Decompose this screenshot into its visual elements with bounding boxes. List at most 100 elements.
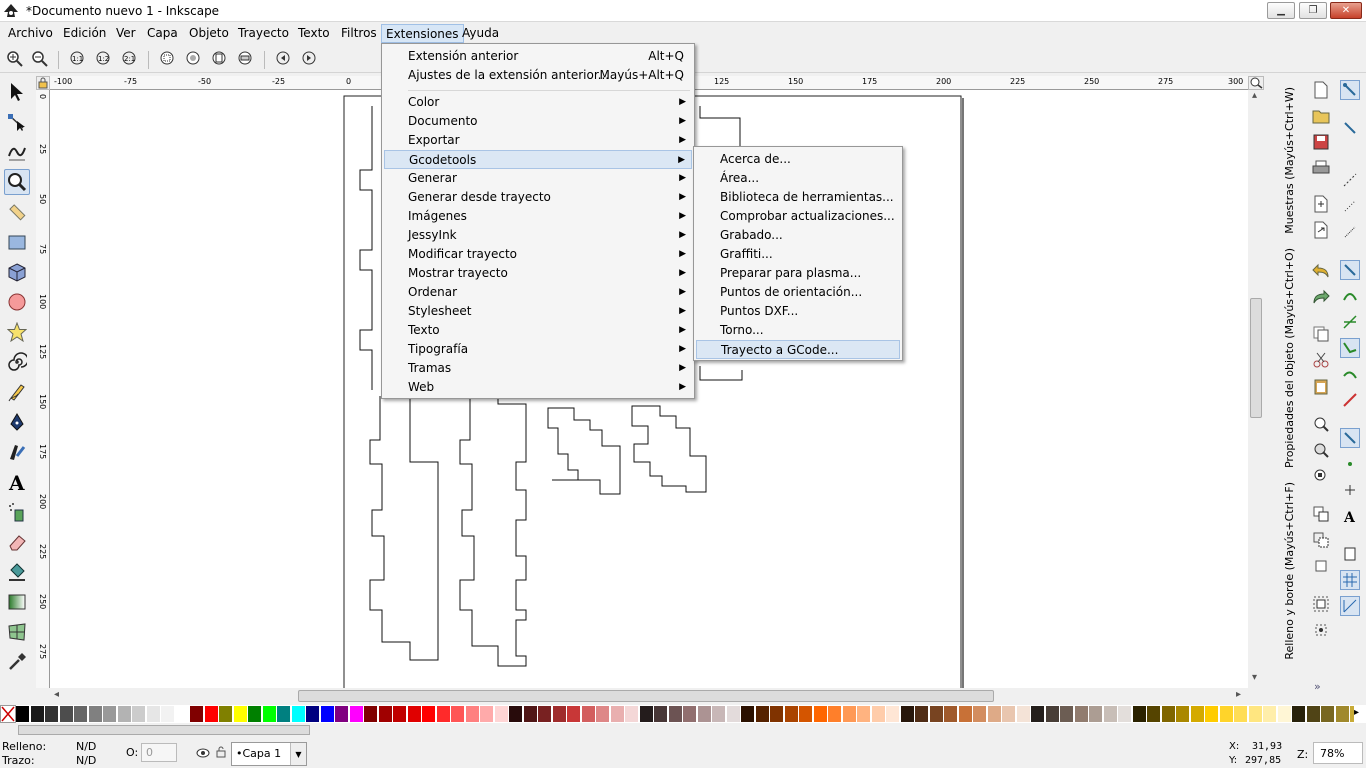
submenu-stylesheet[interactable]: Stylesheet ▶ [384,302,692,321]
menu-filtros[interactable]: Filtros [337,24,381,43]
node-tool[interactable] [4,109,30,135]
color-swatch[interactable] [741,706,755,722]
tab-propiedades-objeto[interactable]: Propiedades del objeto (Mayús+Ctrl+O) [1280,244,1298,472]
submenu-documento[interactable]: Documento ▶ [384,112,692,131]
color-swatch[interactable] [1219,706,1234,722]
gradient-tool[interactable] [4,589,30,615]
zoom-1-2-button[interactable]: 1:2 [94,49,114,69]
color-swatch[interactable] [770,706,784,722]
layer-visibility-toggle[interactable] [196,747,210,762]
tab-relleno-borde[interactable]: Relleno y borde (Mayús+Ctrl+F) [1280,476,1298,666]
color-swatch[interactable] [451,706,465,722]
color-swatch[interactable] [59,706,74,722]
color-swatch[interactable] [306,706,320,722]
ellipse-tool[interactable] [4,289,30,315]
color-swatch[interactable] [88,706,103,722]
measure-tool[interactable] [4,199,30,225]
snap-others-button[interactable] [1340,428,1360,448]
color-swatch[interactable] [987,706,1002,722]
submenu-generar-desde-trayecto[interactable]: Generar desde trayecto ▶ [384,188,692,207]
color-swatch[interactable] [538,706,552,722]
menu-edicion[interactable]: Edición [59,24,110,43]
color-swatch[interactable] [393,706,407,722]
menu-item-trayecto-a-gcode[interactable]: Trayecto a GCode... [696,340,900,359]
snap-page-border-button[interactable] [1340,544,1360,564]
color-swatch[interactable] [422,706,436,722]
color-swatch[interactable] [277,706,291,722]
color-swatch[interactable] [915,706,929,722]
minimize-button[interactable]: ▁ [1267,2,1295,19]
color-swatch[interactable] [1306,706,1321,722]
snap-cusp-nodes-button[interactable] [1340,338,1360,358]
color-swatch[interactable] [378,706,393,722]
horizontal-scroll-thumb[interactable] [298,690,994,702]
color-swatch[interactable] [755,706,770,722]
color-swatch[interactable] [1002,706,1016,722]
rectangle-tool[interactable] [4,229,30,255]
snap-smooth-nodes-button[interactable] [1340,364,1360,384]
snap-intersections-button[interactable] [1340,312,1360,332]
scroll-left-arrow-icon[interactable]: ◂ [54,689,59,700]
color-swatch[interactable] [1016,706,1031,722]
selector-tool[interactable] [4,79,30,105]
submenu-modificar-trayecto[interactable]: Modificar trayecto ▶ [384,245,692,264]
color-swatch[interactable] [712,706,726,722]
color-swatch[interactable] [1277,706,1292,722]
color-swatch[interactable] [1190,706,1205,722]
color-swatch[interactable] [190,706,204,722]
vertical-scrollbar[interactable]: ▴ ▾ [1248,90,1264,688]
color-swatch[interactable] [886,706,900,722]
menu-archivo[interactable]: Archivo [4,24,57,43]
pencil-tool[interactable] [4,379,30,405]
dropper-tool[interactable] [4,649,30,675]
palette-scroll-thumb[interactable] [18,725,310,735]
color-swatch[interactable] [349,706,364,722]
color-swatch[interactable] [697,706,712,722]
color-swatch[interactable] [1045,706,1060,722]
color-swatch[interactable] [480,706,494,722]
color-swatch[interactable] [1031,706,1045,722]
zoom-out-button[interactable] [30,49,50,69]
color-swatch[interactable] [132,706,146,722]
color-swatch[interactable] [1118,706,1132,722]
snap-grid-button[interactable] [1340,570,1360,590]
calligraphy-tool[interactable] [4,439,30,465]
stroke-value[interactable]: N/D [76,754,96,767]
color-swatch[interactable] [683,706,697,722]
menu-item-grabado[interactable]: Grabado... [696,226,900,245]
print-button[interactable] [1311,158,1331,178]
color-swatch[interactable] [248,706,262,722]
menu-objeto[interactable]: Objeto [185,24,233,43]
color-swatch[interactable] [1176,706,1190,722]
submenu-gcodetools[interactable]: Gcodetools ▶ [384,150,692,169]
color-swatch[interactable] [1292,706,1306,722]
3d-box-tool[interactable] [4,259,30,285]
eraser-tool[interactable] [4,529,30,555]
color-swatch[interactable] [291,706,306,722]
color-swatch[interactable] [799,706,813,722]
menu-item-puntos-orientacion[interactable]: Puntos de orientación... [696,283,900,302]
menu-ayuda[interactable]: Ayuda [458,24,503,43]
color-swatch[interactable] [1103,706,1118,722]
menu-item-ajustes-extension[interactable]: Ajustes de la extensión anterior... Mayú… [384,66,692,85]
unlink-clone-button[interactable] [1311,556,1331,576]
zoom-field[interactable]: 78% [1313,742,1363,764]
opacity-spinbox[interactable]: 0 [141,743,177,762]
horizontal-scrollbar[interactable]: ◂ ▸ [50,688,1264,704]
submenu-imagenes[interactable]: Imágenes ▶ [384,207,692,226]
color-swatch[interactable] [523,706,538,722]
export-button[interactable] [1311,220,1331,240]
spray-tool[interactable] [4,499,30,525]
more-commands-icon[interactable]: » [1314,680,1321,693]
color-swatch[interactable] [364,706,378,722]
clone-button[interactable] [1311,530,1331,550]
color-swatch[interactable] [857,706,871,722]
color-swatch[interactable] [639,706,654,722]
zoom-page-width-button[interactable] [236,49,256,69]
cut-button[interactable] [1311,350,1331,370]
import-button[interactable] [1311,194,1331,214]
color-swatch[interactable] [1205,706,1219,722]
no-paint-swatch[interactable] [0,705,16,723]
layer-selector[interactable]: •Capa 1 ▼ [231,742,307,766]
snap-text-baseline-button[interactable]: A [1340,506,1360,526]
